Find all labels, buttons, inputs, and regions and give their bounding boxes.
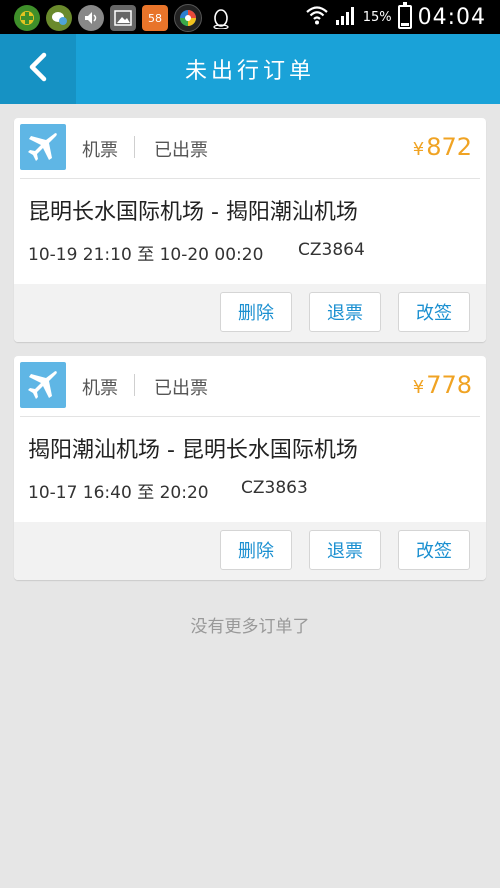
currency-symbol: ¥ [412, 139, 425, 160]
card-divider [20, 178, 480, 179]
change-ticket-button[interactable]: 改签 [398, 292, 470, 332]
order-category: 机票 [82, 378, 118, 399]
header-divider [134, 374, 135, 396]
app-58-badge-label: 58 [148, 11, 162, 25]
browser-icon [174, 4, 202, 32]
title-bar: 未出行订单 [0, 34, 500, 104]
order-card[interactable]: 机票 已出票 ¥ 778 揭阳潮汕机场 - 昆明长水国际机场 10-17 16:… [14, 356, 486, 580]
no-more-orders-text: 没有更多订单了 [190, 617, 310, 637]
order-status: 已出票 [154, 140, 208, 161]
flight-time: 10-19 21:10 至 10-20 00:20 [28, 245, 264, 265]
volume-icon [78, 5, 104, 31]
qq-icon [208, 5, 234, 31]
order-card-header: 机票 已出票 ¥ 778 [14, 356, 486, 416]
card-divider [20, 416, 480, 417]
order-category: 机票 [82, 140, 118, 161]
currency-symbol: ¥ [412, 377, 425, 398]
notification-icons: 58 [14, 4, 234, 32]
flight-route: 昆明长水国际机场 - 揭阳潮汕机场 [28, 200, 358, 225]
flight-number: CZ3864 [298, 240, 365, 260]
airplane-icon [20, 124, 66, 170]
price-amount: 778 [426, 371, 472, 399]
delete-button[interactable]: 删除 [220, 292, 292, 332]
order-actions: 删除 退票 改签 [14, 522, 486, 580]
airplane-icon [20, 362, 66, 408]
status-bar: 58 15% 04:04 [0, 0, 500, 34]
chat-notification-icon [46, 5, 72, 31]
order-status: 已出票 [154, 378, 208, 399]
refund-button[interactable]: 退票 [309, 292, 381, 332]
order-actions: 删除 退票 改签 [14, 284, 486, 342]
flight-time: 10-17 16:40 至 20:20 [28, 483, 209, 503]
flight-route: 揭阳潮汕机场 - 昆明长水国际机场 [28, 438, 358, 463]
chevron-left-icon [27, 52, 49, 86]
order-price: ¥ 778 [413, 371, 472, 399]
signal-icon [335, 4, 357, 30]
wifi-icon [305, 4, 329, 30]
order-card[interactable]: 机票 已出票 ¥ 872 昆明长水国际机场 - 揭阳潮汕机场 10-19 21:… [14, 118, 486, 342]
price-amount: 872 [426, 133, 472, 161]
back-button[interactable] [0, 34, 76, 104]
app-notification-icon [14, 5, 40, 31]
order-price: ¥ 872 [413, 133, 472, 161]
battery-percent: 15% [362, 9, 392, 25]
clock: 04:04 [417, 4, 486, 30]
order-card-header: 机票 已出票 ¥ 872 [14, 118, 486, 178]
header-divider [134, 136, 135, 158]
refund-button[interactable]: 退票 [309, 530, 381, 570]
app-58-icon: 58 [142, 5, 168, 31]
battery-icon [397, 2, 412, 29]
flight-number: CZ3863 [241, 478, 308, 498]
delete-button[interactable]: 删除 [220, 530, 292, 570]
change-ticket-button[interactable]: 改签 [398, 530, 470, 570]
gallery-icon [110, 5, 136, 31]
system-status: 15% 04:04 [305, 2, 486, 30]
